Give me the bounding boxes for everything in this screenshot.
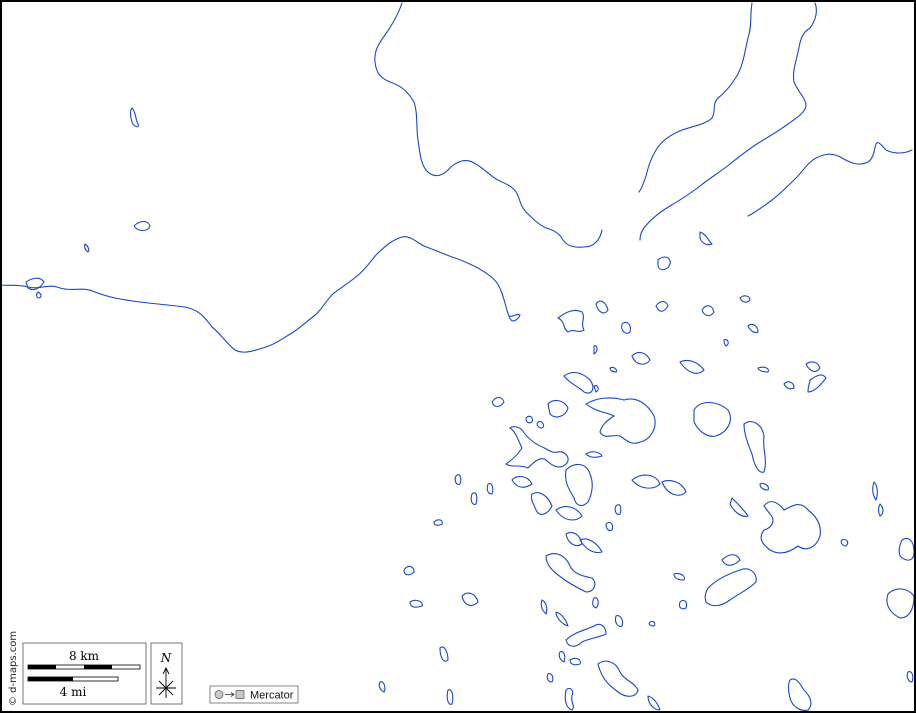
scale-km-segment [84,665,112,669]
scale-km-segment [28,665,56,669]
map-canvas[interactable]: © d-maps.com 8 km 4 mi N Mercator [0,0,916,713]
north-arrow: N [150,642,183,705]
scale-km-label: 8 km [69,649,100,663]
projection-label: Mercator [250,690,294,702]
projection-legend: Mercator [209,685,299,704]
scale-mi-label: 4 mi [60,685,87,699]
north-label: N [160,651,172,665]
scale-bar: 8 km 4 mi [22,642,147,705]
scale-mi-segment [28,677,73,681]
credit-text: © d-maps.com [8,631,19,706]
